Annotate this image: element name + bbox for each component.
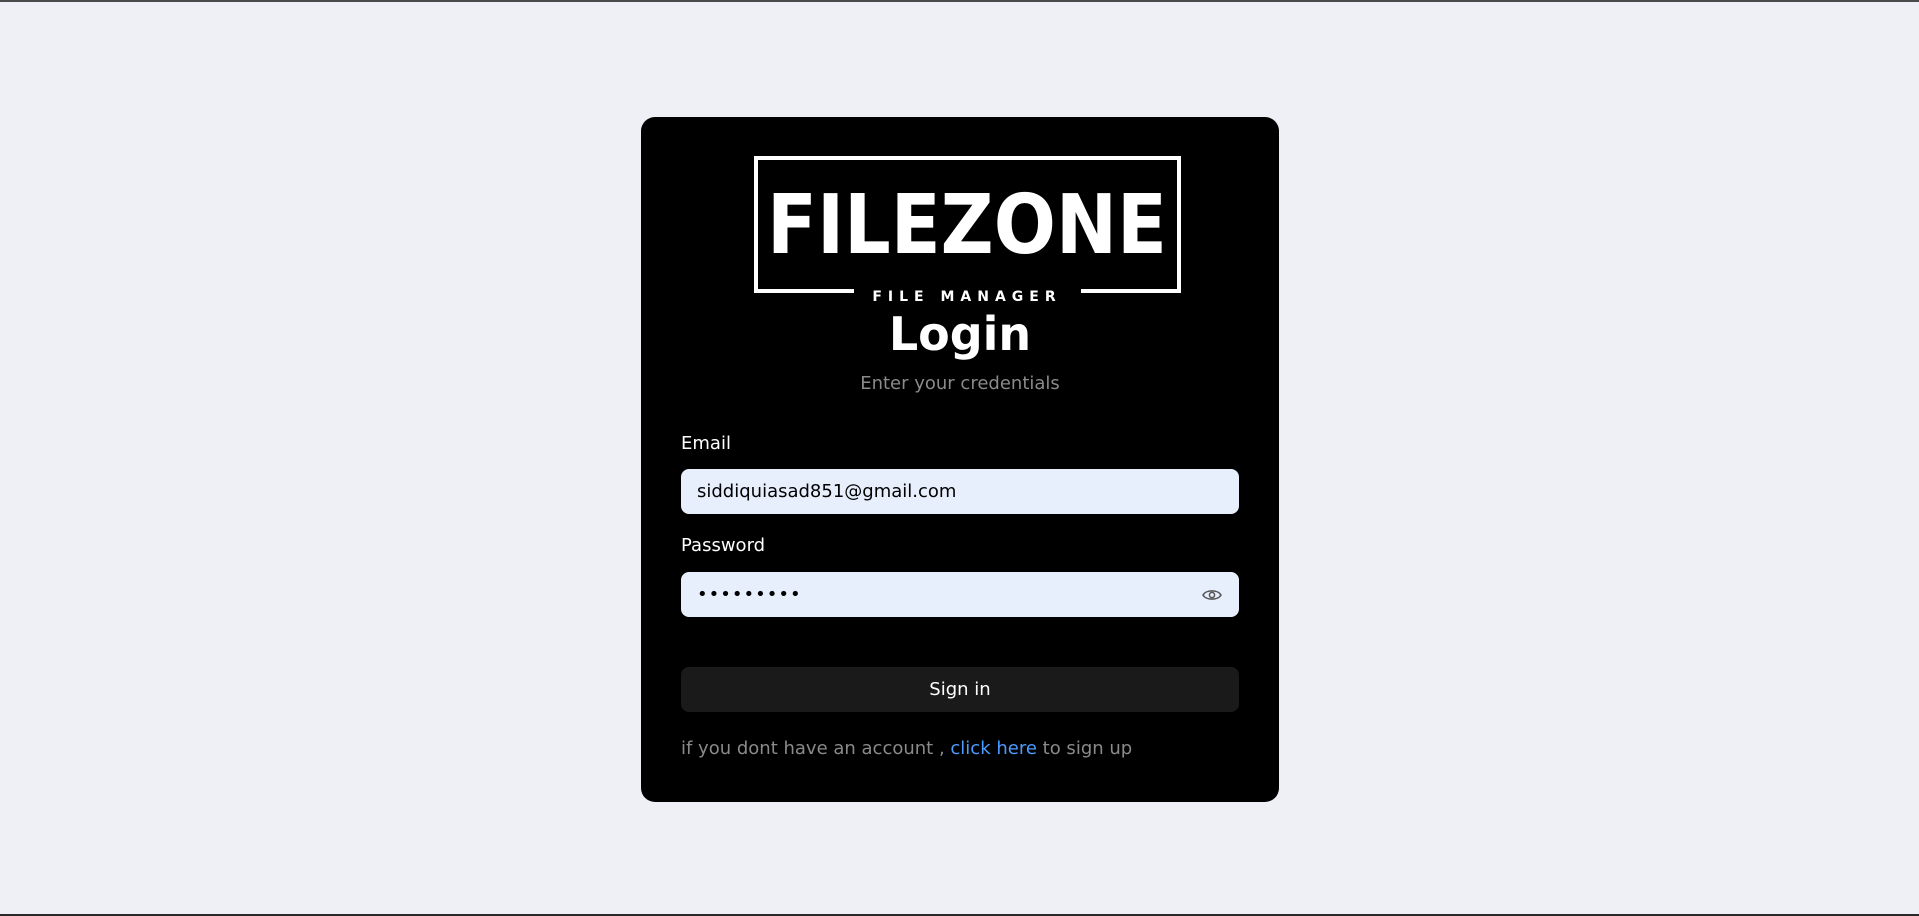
email-field-container <box>681 469 1239 514</box>
page-subtitle: Enter your credentials <box>860 373 1060 394</box>
password-field[interactable]: ••••••••• <box>681 572 1239 617</box>
login-card: FILEZONE FILE MANAGER Login Enter your c… <box>641 117 1279 802</box>
signup-prompt: if you dont have an account , click here… <box>681 738 1132 759</box>
logo-wordmark: FILEZONE <box>767 178 1167 273</box>
signup-prefix-text: if you dont have an account , <box>681 738 951 759</box>
logo-tagline: FILE MANAGER <box>872 289 1061 305</box>
page-title: Login <box>888 307 1032 361</box>
window-top-border <box>0 0 1919 2</box>
eye-icon[interactable] <box>1201 584 1223 606</box>
email-field[interactable] <box>697 481 1223 502</box>
sign-in-button[interactable]: Sign in <box>681 667 1239 712</box>
signup-link[interactable]: click here <box>950 738 1037 759</box>
password-value: ••••••••• <box>697 584 802 605</box>
password-label: Password <box>681 535 766 556</box>
email-label: Email <box>681 433 731 454</box>
filezone-logo: FILEZONE FILE MANAGER <box>754 156 1181 305</box>
signup-suffix-text: to sign up <box>1036 738 1133 759</box>
